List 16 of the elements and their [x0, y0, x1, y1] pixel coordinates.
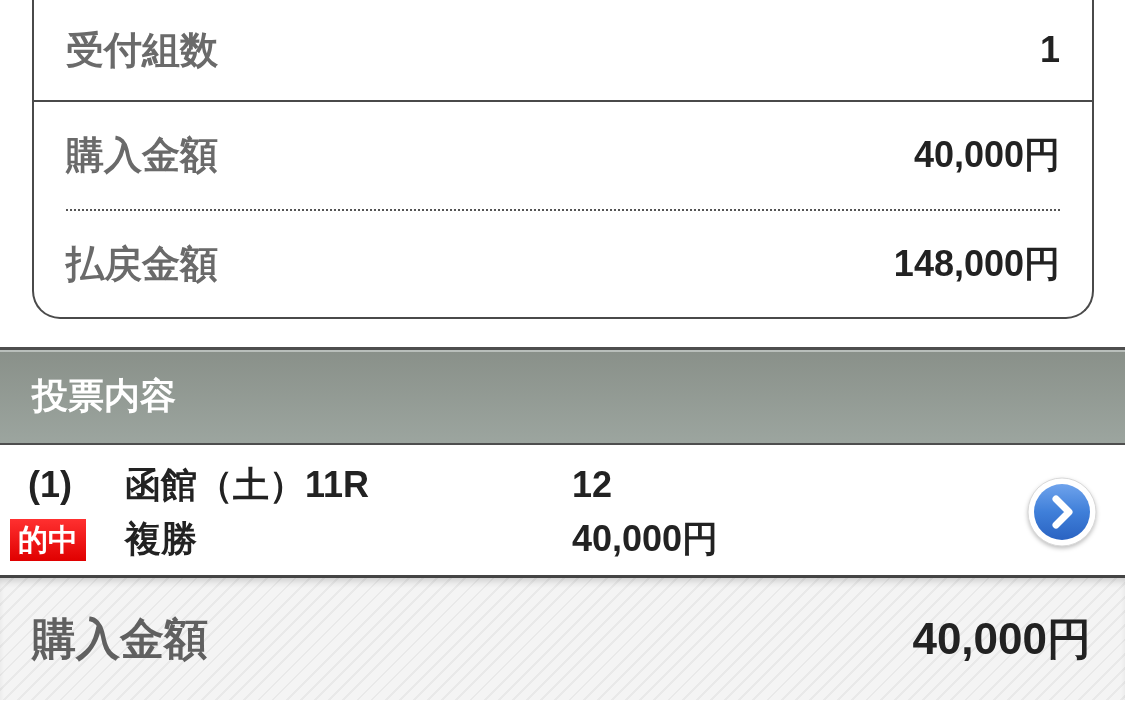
total-label: 購入金額 — [32, 612, 208, 665]
chevron-circle-icon[interactable] — [1027, 477, 1097, 547]
race-name: 函館（土）11R — [125, 462, 371, 507]
hit-badge: 的中 — [10, 519, 86, 561]
bet-number: (1) — [27, 464, 73, 506]
amount-value: 40,000円 — [913, 133, 1060, 177]
amount-label: 購入金額 — [66, 133, 218, 178]
count-label: 受付組数 — [66, 27, 218, 73]
amount-value: 148,000円 — [893, 241, 1060, 286]
bet-amount: 40,000円 — [572, 516, 720, 561]
count-value: 1 — [1039, 29, 1060, 71]
section-title: 投票内容 — [32, 374, 176, 418]
total-value: 40,000円 — [912, 612, 1091, 665]
bet-selection: 12 — [572, 464, 614, 506]
bet-type: 複勝 — [125, 516, 198, 561]
amount-label: 払戻金額 — [66, 241, 218, 287]
